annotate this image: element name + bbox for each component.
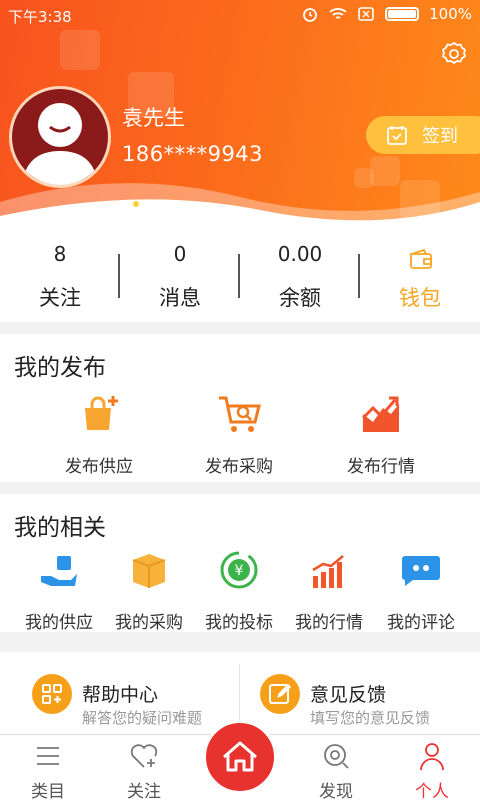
- user-name: 袁先生: [122, 106, 185, 130]
- profile-header: 下午3:38 100% 袁先生 186****9943 签到: [0, 0, 480, 232]
- help-center-card[interactable]: 帮助中心 解答您的疑问难题: [0, 652, 239, 736]
- header-wave: [0, 183, 480, 232]
- tab-label: 类目: [31, 782, 65, 800]
- my-market-button[interactable]: 我的行情: [284, 548, 374, 633]
- bag-plus-icon: [85, 396, 118, 430]
- yuan-coin-icon: ¥: [220, 551, 258, 589]
- list-icon: [37, 747, 59, 765]
- section-title: 我的发布: [14, 355, 106, 381]
- related-section: 我的相关 我的供应 我的采购 ¥ 我的投标 我的行情 我的评论: [0, 494, 480, 633]
- stat-follow[interactable]: 8 关注: [0, 232, 120, 322]
- my-purchase-button[interactable]: 我的采购: [104, 548, 194, 633]
- item-label: 发布行情: [347, 457, 415, 477]
- publish-market-button[interactable]: 发布行情: [336, 392, 426, 477]
- item-label: 我的供应: [25, 613, 93, 633]
- help-subtitle: 解答您的疑问难题: [82, 709, 203, 727]
- decor-square: [60, 30, 100, 70]
- wifi-icon: [329, 8, 347, 19]
- person-icon: [420, 743, 444, 771]
- item-label: 我的投标: [205, 613, 273, 633]
- tab-label: 发现: [319, 782, 353, 800]
- stat-value: 8: [53, 242, 67, 266]
- stats-bar: 8 关注 0 消息 0.00 余额 钱包: [0, 232, 480, 322]
- publish-supply-button[interactable]: 发布供应: [54, 392, 144, 477]
- item-label: 我的采购: [115, 613, 183, 633]
- help-title: 帮助中心: [82, 684, 159, 706]
- cart-search-icon: [219, 396, 261, 432]
- heart-plus-icon: [130, 744, 158, 768]
- item-label: 发布采购: [205, 457, 273, 477]
- item-label: 发布供应: [65, 457, 133, 477]
- signin-label: 签到: [422, 126, 458, 147]
- battery-icon: [385, 7, 420, 21]
- stat-label: 关注: [39, 286, 81, 310]
- calendar-check-icon: [387, 126, 407, 145]
- battery-level: 100%: [429, 5, 472, 23]
- home-icon: [223, 741, 257, 772]
- status-bar: 下午3:38 100%: [0, 0, 480, 30]
- tab-category[interactable]: 类目: [0, 735, 96, 800]
- signin-button[interactable]: 签到: [366, 116, 480, 154]
- home-button[interactable]: [203, 720, 277, 794]
- help-title: 意见反馈: [310, 684, 387, 706]
- item-label: 我的评论: [387, 613, 455, 633]
- discover-icon: [324, 744, 349, 769]
- status-time: 下午3:38: [8, 8, 72, 26]
- section-title: 我的相关: [14, 515, 106, 541]
- page-dot: [133, 201, 139, 207]
- box-icon: [132, 554, 166, 588]
- stat-messages[interactable]: 0 消息: [120, 232, 240, 322]
- stat-label: 消息: [159, 286, 201, 310]
- tab-label: 个人: [415, 782, 449, 800]
- user-silhouette-icon: [22, 103, 98, 185]
- alarm-icon: [303, 8, 318, 22]
- my-comment-button[interactable]: 我的评论: [376, 548, 466, 633]
- feedback-card[interactable]: 意见反馈 填写您的意见反馈: [240, 652, 480, 736]
- stat-wallet[interactable]: 钱包: [360, 232, 480, 322]
- help-subtitle: 填写您的意见反馈: [310, 709, 431, 727]
- my-bid-button[interactable]: ¥ 我的投标: [194, 548, 284, 633]
- stat-balance[interactable]: 0.00 余额: [240, 232, 360, 322]
- user-phone: 186****9943: [122, 142, 264, 166]
- edit-icon: [260, 674, 300, 714]
- item-label: 我的行情: [295, 613, 363, 633]
- hand-supply-icon: [41, 556, 77, 586]
- stat-value: 0: [173, 242, 187, 266]
- bar-chart-icon: [312, 555, 344, 588]
- publish-purchase-button[interactable]: 发布采购: [194, 392, 284, 477]
- wallet-icon: [410, 248, 432, 269]
- settings-gear-icon[interactable]: [440, 40, 468, 68]
- tab-personal[interactable]: 个人: [384, 735, 480, 800]
- sim-icon: [358, 7, 374, 21]
- stat-value: 0.00: [277, 242, 323, 266]
- stat-label: 余额: [279, 286, 321, 310]
- svg-text:¥: ¥: [235, 563, 244, 579]
- trend-chart-icon: [361, 396, 399, 432]
- my-supply-button[interactable]: 我的供应: [14, 548, 104, 633]
- tab-label: 关注: [127, 782, 161, 800]
- comment-icon: [402, 556, 440, 586]
- publish-section: 我的发布 发布供应 发布采购 发布行情: [0, 334, 480, 482]
- tab-follow[interactable]: 关注: [96, 735, 192, 800]
- tab-discover[interactable]: 发现: [288, 735, 384, 800]
- help-grid-icon: [32, 674, 72, 714]
- stat-label: 钱包: [399, 286, 441, 310]
